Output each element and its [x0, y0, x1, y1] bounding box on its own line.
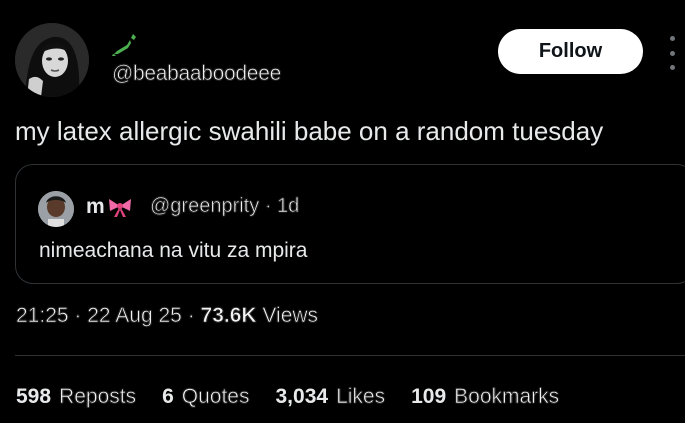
- quoted-author-avatar[interactable]: [38, 191, 74, 227]
- more-options-icon[interactable]: [666, 36, 678, 70]
- quoted-handle-and-time[interactable]: @greenprity · 1d: [150, 195, 300, 218]
- quoted-author-name-text: m: [86, 195, 105, 218]
- author-avatar-image: [15, 23, 89, 97]
- divider: [15, 355, 685, 356]
- quoted-post-time: · 1d: [264, 195, 300, 218]
- quoted-author-handle: @greenprity: [150, 195, 260, 218]
- post-time[interactable]: 21:25: [16, 304, 69, 328]
- bookmarks-stat[interactable]: 109 Bookmarks: [411, 385, 559, 409]
- dot: [669, 36, 675, 41]
- dot: [669, 50, 675, 56]
- reposts-label: Reposts: [59, 385, 137, 409]
- likes-stat[interactable]: 3,034 Likes: [276, 385, 386, 409]
- post-text: my latex allergic swahili babe on a rand…: [15, 116, 604, 146]
- bookmarks-count: 109: [411, 385, 447, 408]
- author-avatar[interactable]: [15, 23, 89, 97]
- quoted-post-text: nimeachana na vitu za mpira: [39, 239, 308, 262]
- quoted-avatar-image: [38, 191, 74, 227]
- quoted-post[interactable]: m @greenprity · 1d nimeachana na vitu za…: [15, 164, 685, 284]
- quoted-author-name[interactable]: m: [86, 195, 133, 219]
- ribbon-bow-icon: [108, 199, 131, 217]
- bookmarks-label: Bookmarks: [454, 385, 560, 409]
- post-meta: 21:25 · 22 Aug 25 · 73.6K Views: [16, 304, 319, 328]
- quotes-label: Quotes: [181, 385, 250, 409]
- views-label: Views: [262, 304, 319, 328]
- reposts-stat[interactable]: 598 Reposts: [16, 385, 136, 409]
- separator: ·: [74, 304, 82, 328]
- likes-count: 3,034: [275, 385, 329, 408]
- reposts-count: 598: [16, 385, 52, 408]
- author-name[interactable]: [111, 32, 137, 56]
- post-date[interactable]: 22 Aug 25: [87, 304, 182, 328]
- author-handle[interactable]: @beabaaboodeee: [112, 62, 282, 86]
- engagement-stats: 598 Reposts 6 Quotes 3,034 Likes 109 Bookmar…: [16, 385, 559, 409]
- follow-button[interactable]: Follow: [498, 29, 643, 74]
- likes-label: Likes: [336, 385, 386, 409]
- separator: ·: [187, 304, 195, 328]
- japan-map-icon: [112, 34, 136, 56]
- views-count: 73.6K: [200, 304, 257, 328]
- dot: [669, 65, 675, 70]
- quotes-count: 6: [162, 385, 174, 408]
- quotes-stat[interactable]: 6 Quotes: [162, 385, 250, 409]
